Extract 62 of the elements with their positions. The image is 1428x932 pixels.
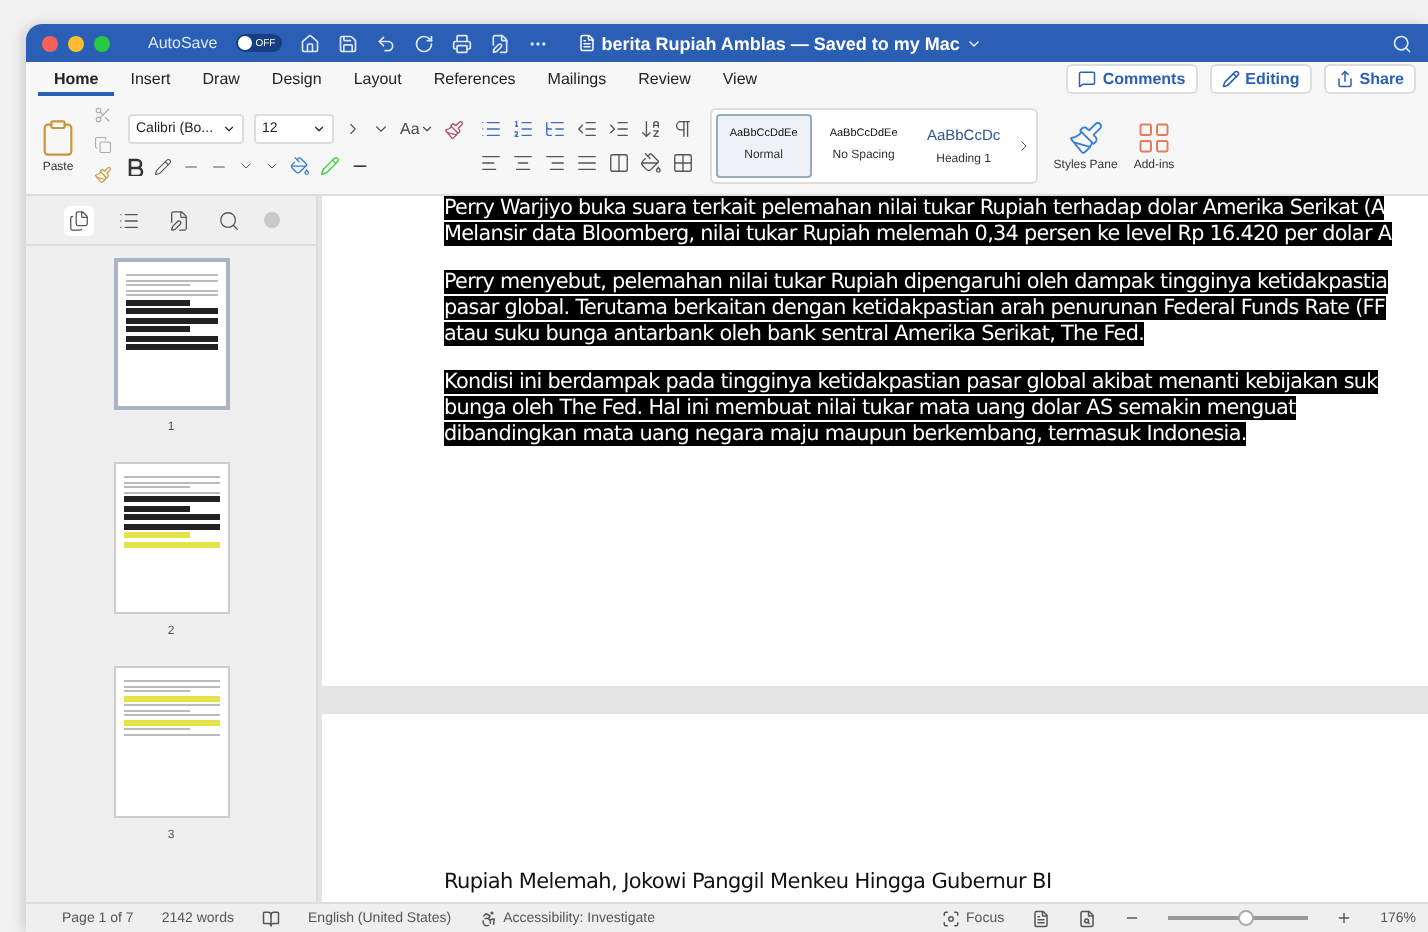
- paintbrush-icon: [1067, 119, 1104, 155]
- edit-document-icon[interactable]: [489, 33, 510, 53]
- autosave-label: AutoSave: [148, 34, 218, 52]
- decrease-indent-icon[interactable]: [575, 117, 598, 139]
- document-icon: [577, 34, 596, 52]
- toolbar-button[interactable]: Comments: [1066, 64, 1198, 94]
- caret-icon: [419, 122, 434, 136]
- thumbnails-icon[interactable]: [63, 205, 93, 235]
- page-thumbnail[interactable]: [113, 666, 229, 818]
- pencil-icon: [1221, 70, 1240, 88]
- toolbar-button[interactable]: Editing: [1209, 64, 1312, 94]
- increase-indent-icon[interactable]: [607, 117, 630, 139]
- speech-bubble-icon: [1078, 70, 1097, 88]
- home-icon[interactable]: [299, 33, 320, 53]
- clipboard-icon: [38, 117, 78, 157]
- search-icon[interactable]: [1392, 33, 1412, 53]
- paragraph: Perry menyebut, pelemahan nilai tukar Rupiah dipengaruhi oleh dampak tingginya ketidakpastia pasar global. Terutama berkaitan dengan ketidakpastian arah penurunan Federal Funds Rate (FF atau suku bunga antarbank oleh bank sentral Amerika Serikat, The Fed.: [444, 270, 1390, 348]
- save-icon[interactable]: [337, 33, 358, 53]
- ribbon-tab[interactable]: Mailings: [531, 63, 623, 95]
- grid-icon: [1136, 119, 1172, 155]
- ribbon-tab[interactable]: Review: [622, 63, 707, 95]
- change-case-button[interactable]: Aa: [400, 120, 434, 138]
- caret-icon: [312, 122, 326, 136]
- ribbon-tab[interactable]: Layout: [337, 63, 418, 95]
- shading-icon[interactable]: [639, 151, 662, 173]
- toolbar-button[interactable]: Share: [1323, 64, 1416, 94]
- print-layout-icon[interactable]: [1032, 909, 1051, 927]
- undo-icon[interactable]: [375, 33, 396, 53]
- minimize-window-button[interactable]: [68, 35, 84, 51]
- page-thumbnail[interactable]: [113, 462, 229, 614]
- zoom-window-button[interactable]: [94, 35, 110, 51]
- share-icon: [1335, 70, 1354, 88]
- ribbon-tab[interactable]: View: [706, 63, 774, 95]
- paragraph: Perry Warjiyo buka suara terkait pelemahan nilai tukar Rupiah terhadap dolar Amerika Serikat (A Melansir data Bloomberg, nilai tukar Rupiah melemah 0,34 persen ke level Rp 16.420 per dolar A: [444, 196, 1394, 248]
- paragraph: Kondisi ini berdampak pada tingginya ketidakpastian pasar global akibat menanti kebijakan suk bunga oleh The Fed. Hal ini membuat nilai tukar mata uang dolar AS semakin menguat dibandingkan mata uang negara maju maupun berkembang, termasuk Indonesia.: [444, 370, 1380, 448]
- align-right-icon[interactable]: [543, 151, 566, 173]
- bold-icon[interactable]: [128, 157, 144, 175]
- document-title[interactable]: berita Rupiah Amblas — Saved to my Mac: [577, 33, 982, 53]
- web-layout-icon[interactable]: [1078, 909, 1097, 927]
- proofing-icon[interactable]: [262, 909, 281, 927]
- multilevel-list-icon[interactable]: [543, 117, 566, 139]
- numbering-icon[interactable]: [511, 117, 534, 139]
- ribbon-tab[interactable]: Draw: [186, 63, 256, 95]
- align-center-icon[interactable]: [511, 151, 534, 173]
- focus-icon: [942, 909, 961, 927]
- zoom-slider[interactable]: [1237, 910, 1254, 926]
- show-formatting-icon[interactable]: [671, 117, 694, 139]
- print-icon[interactable]: [451, 33, 472, 53]
- ribbon-tab[interactable]: Insert: [114, 63, 187, 95]
- redo-icon[interactable]: [413, 33, 434, 53]
- sort-icon[interactable]: [639, 117, 662, 139]
- page-thumbnail[interactable]: [113, 258, 229, 410]
- ribbon-tab[interactable]: References: [417, 63, 532, 95]
- ribbon-tab[interactable]: Design: [255, 63, 338, 95]
- heading: Rupiah Melemah, Jokowi Panggil Menkeu Hingga Gubernur BI: [444, 870, 1054, 894]
- plus-icon[interactable]: [1336, 910, 1353, 926]
- borders-icon[interactable]: [671, 151, 694, 173]
- justify-icon[interactable]: [575, 151, 598, 173]
- align-left-icon[interactable]: [479, 151, 502, 173]
- clear-formatting-icon[interactable]: [443, 119, 464, 139]
- caret-icon: [222, 122, 236, 136]
- accessibility-icon: [479, 909, 498, 927]
